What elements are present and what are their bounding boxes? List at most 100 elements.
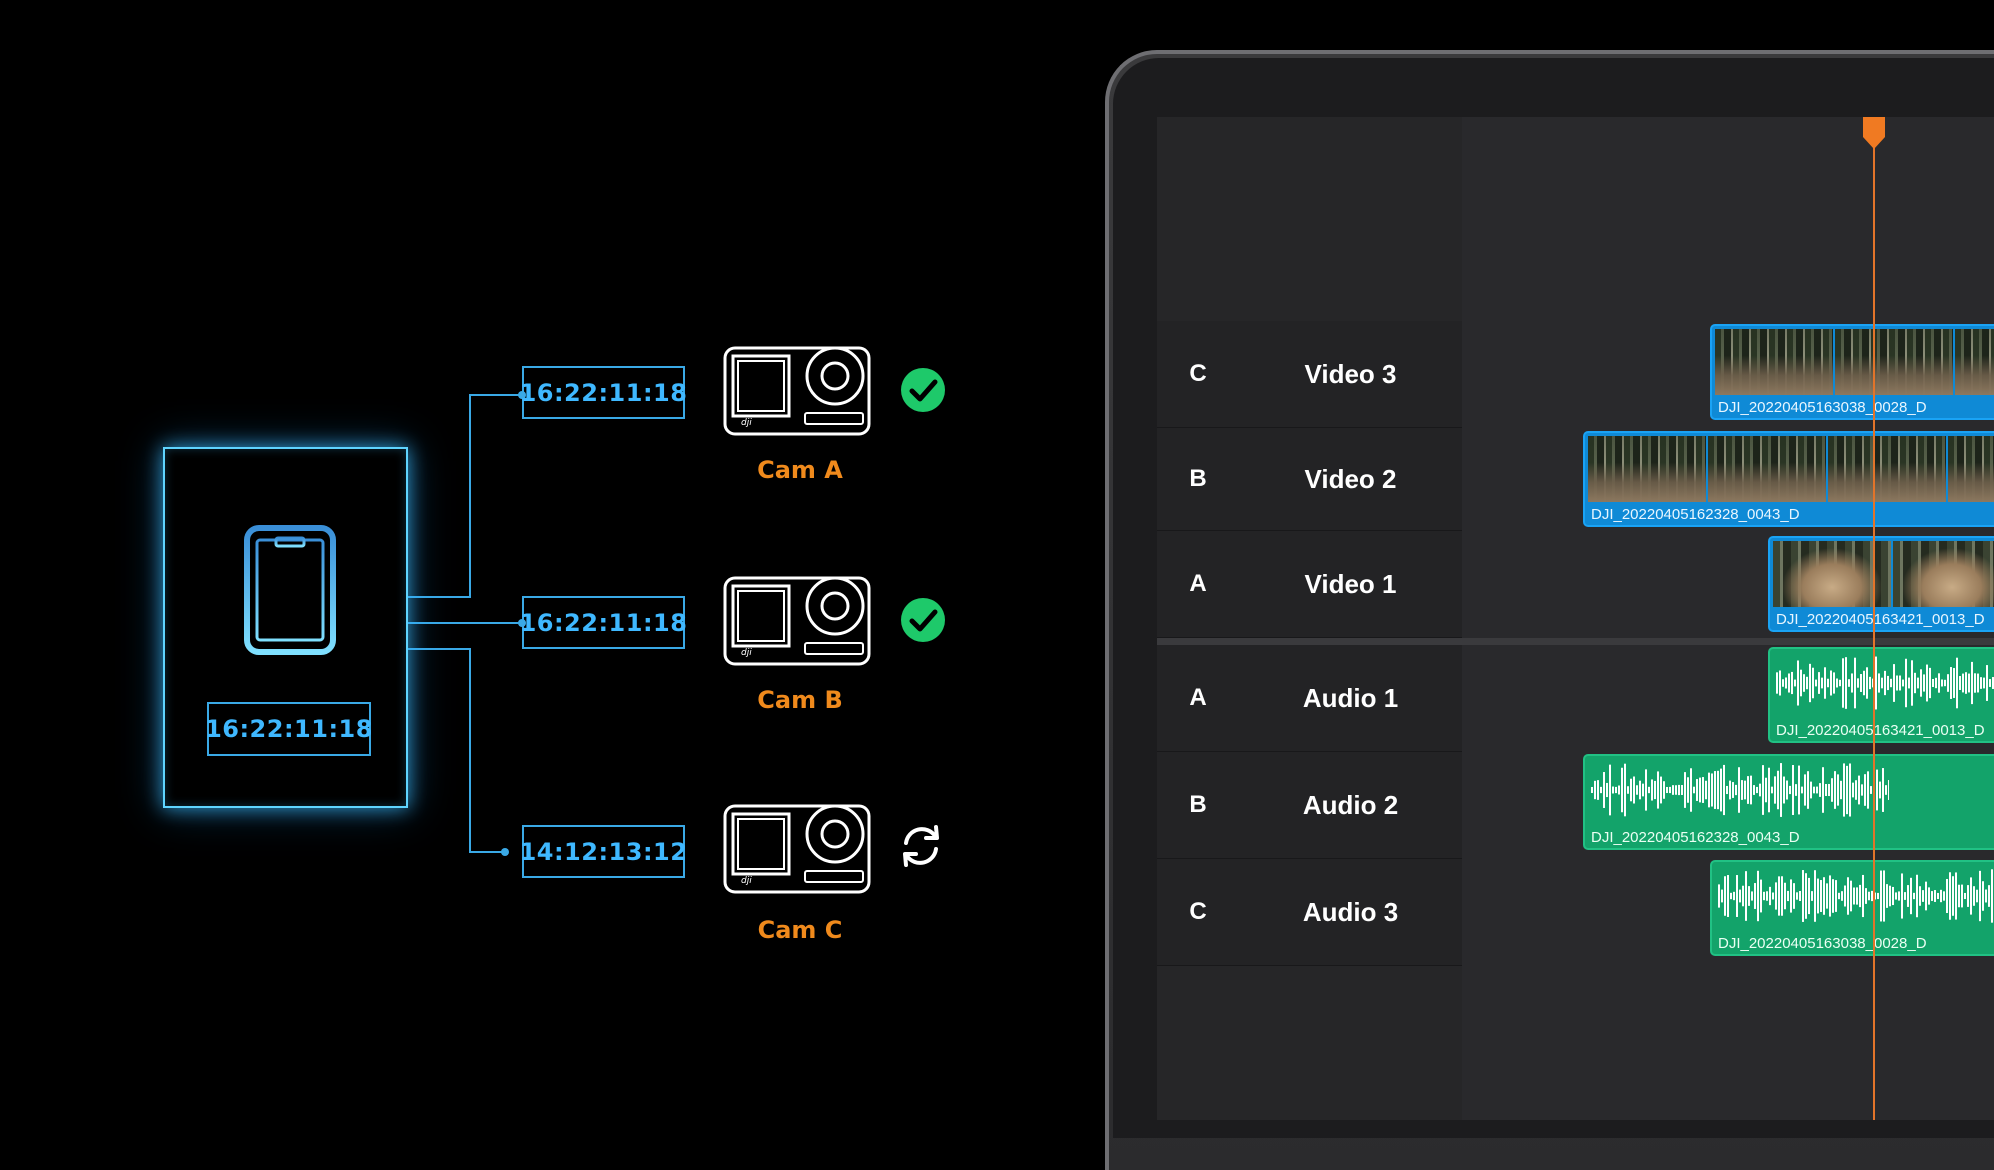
- waveform-bar: [1876, 769, 1878, 811]
- waveform-bar: [1824, 667, 1826, 699]
- waveform-bar: [1806, 676, 1808, 690]
- waveform-bar: [1720, 768, 1722, 812]
- waveform-bar: [1753, 785, 1755, 795]
- waveform-bar: [1765, 777, 1767, 803]
- video-clip[interactable]: DJI_20220405162328_0043_D: [1583, 431, 1994, 527]
- waveform-bar: [1830, 670, 1832, 696]
- waveform-bar: [1887, 675, 1889, 691]
- waveform-bar: [1937, 892, 1939, 900]
- waveform-bar: [1932, 679, 1934, 687]
- audio-clip[interactable]: DJI_20220405163421_0013_D: [1768, 647, 1994, 743]
- track-header-panel-lower: [1157, 966, 1462, 1120]
- waveform-bar: [1723, 764, 1725, 816]
- waveform-bar: [1756, 786, 1758, 794]
- video-clip[interactable]: DJI_20220405163421_0013_D: [1768, 536, 1994, 632]
- video-audio-divider[interactable]: [1157, 638, 1994, 645]
- waveform-bar: [1968, 673, 1970, 693]
- waveform-bar: [1729, 780, 1731, 800]
- waveform-bar: [1795, 784, 1797, 796]
- waveform-bar: [1835, 880, 1837, 912]
- cam-b-timecode: 16:22:11:18: [520, 596, 687, 649]
- audio-clip[interactable]: DJI_20220405163038_0028_D: [1710, 860, 1994, 956]
- track-letter: C: [1157, 859, 1240, 966]
- waveform-bar: [1902, 679, 1904, 687]
- waveform-bar: [1866, 667, 1868, 699]
- waveform-bar: [1944, 679, 1946, 687]
- waveform-bar: [1733, 891, 1735, 901]
- playhead-marker-icon[interactable]: [1863, 117, 1885, 149]
- waveform-bar: [1859, 884, 1861, 908]
- waveform-bar: [1854, 657, 1856, 709]
- action-camera-icon: dji: [723, 576, 871, 666]
- waveform-bar: [1988, 885, 1990, 907]
- waveform-bar: [1860, 674, 1862, 692]
- cam-b-label: Cam B: [757, 686, 843, 714]
- waveform-bar: [1684, 772, 1686, 808]
- check-circle-icon: [901, 368, 945, 412]
- waveform-bar: [1931, 891, 1933, 901]
- cam-a-label: Cam A: [757, 456, 843, 484]
- waveform-bar: [1794, 679, 1796, 687]
- playhead-line[interactable]: [1873, 117, 1875, 1120]
- waveform-bar: [1852, 782, 1854, 798]
- waveform-bar: [1807, 771, 1809, 809]
- waveform-bar: [1855, 780, 1857, 800]
- waveform-bar: [1730, 892, 1732, 900]
- waveform-bar: [1862, 874, 1864, 918]
- waveform-bar: [1696, 779, 1698, 801]
- waveform-bar: [1908, 677, 1910, 689]
- waveform-bar: [1705, 780, 1707, 800]
- waveform-bar: [1953, 668, 1955, 698]
- waveform-bar: [1790, 879, 1792, 913]
- waveform-bar: [1888, 780, 1889, 800]
- waveform-bar: [1832, 879, 1834, 913]
- waveform-bar: [1772, 892, 1774, 900]
- clip-thumbnails: [1715, 329, 1994, 395]
- waveform-bar: [1989, 679, 1991, 687]
- waveform-bar: [1812, 667, 1814, 699]
- waveform-bar: [1864, 774, 1866, 806]
- track-name: Video 2: [1239, 428, 1462, 531]
- audio-clip[interactable]: DJI_20220405162328_0043_D: [1583, 754, 1994, 850]
- video-clip[interactable]: DJI_20220405163038_0028_D: [1710, 324, 1994, 420]
- waveform-bar: [1959, 676, 1961, 690]
- waveform-bar: [1721, 889, 1723, 903]
- waveform-bar: [1958, 884, 1960, 908]
- waveform-bar: [1769, 886, 1771, 906]
- waveform-bar: [1797, 660, 1799, 706]
- clip-name: DJI_20220405163038_0028_D: [1718, 399, 1927, 416]
- waveform-bar: [1899, 675, 1901, 691]
- track-name: Audio 1: [1239, 645, 1462, 752]
- waveform-bar: [1803, 674, 1805, 692]
- waveform-bar: [1956, 657, 1958, 709]
- waveform-bar: [1766, 891, 1768, 901]
- waveform-bar: [1817, 878, 1819, 914]
- waveform-bar: [1778, 876, 1780, 916]
- waveform-bar: [1943, 891, 1945, 901]
- waveform-bar: [1979, 870, 1981, 922]
- waveform-bar: [1750, 775, 1752, 805]
- action-camera-icon: dji: [723, 804, 871, 894]
- waveform-bar: [1762, 765, 1764, 815]
- cam-c-timecode: 14:12:13:12: [520, 825, 687, 878]
- waveform-bar: [1853, 887, 1855, 905]
- waveform-bar: [1642, 783, 1644, 797]
- waveform-bar: [1861, 784, 1863, 796]
- waveform-bar: [1847, 877, 1849, 915]
- refresh-icon: [903, 825, 939, 867]
- waveform-bar: [1946, 878, 1948, 914]
- waveform-bar: [1949, 872, 1951, 920]
- device-icon: [244, 525, 336, 655]
- waveform-bar: [1834, 771, 1836, 809]
- waveform-bar: [1971, 661, 1973, 705]
- waveform-bar: [1711, 773, 1713, 807]
- waveform-bar: [1952, 876, 1954, 916]
- waveform-bar: [1799, 890, 1801, 902]
- clip-name: DJI_20220405163421_0013_D: [1776, 611, 1985, 628]
- waveform-bar: [1597, 780, 1599, 800]
- waveform-bar: [1947, 674, 1949, 692]
- waveform-bar: [1639, 780, 1641, 800]
- waveform-bar: [1962, 673, 1964, 693]
- waveform-bar: [1781, 876, 1783, 916]
- waveform-bar: [1885, 785, 1887, 795]
